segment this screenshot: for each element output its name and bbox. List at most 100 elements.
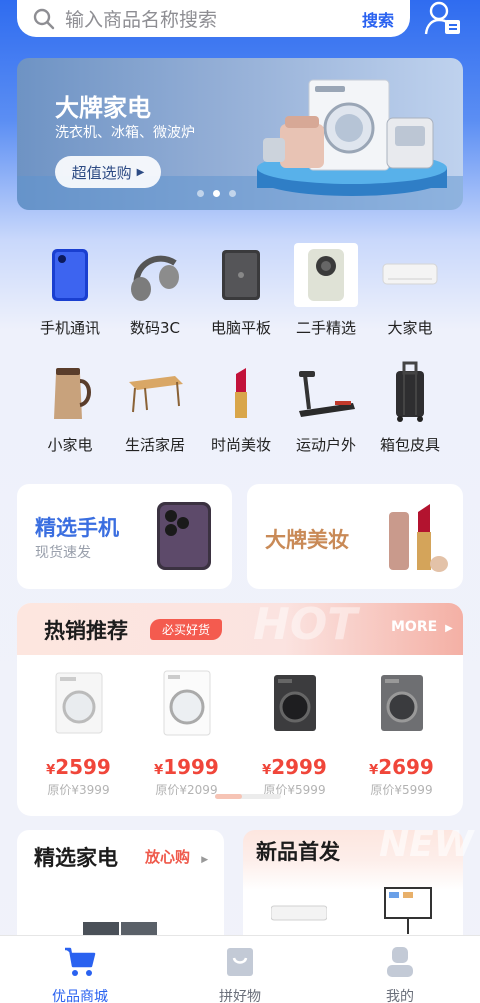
currency-symbol: ¥: [262, 763, 272, 778]
category-label: 手机通讯: [39, 319, 100, 337]
scroll-indicator-thumb: [215, 794, 242, 799]
category-label: 电脑平板: [210, 319, 271, 337]
product-card[interactable]: ¥2699 原价¥5999: [348, 669, 455, 798]
air-conditioner-icon: [378, 243, 442, 307]
pagination-dot: [229, 190, 236, 197]
hot-title: 热销推荐: [44, 619, 128, 643]
promo-phone-subtitle: 现货速发: [35, 545, 91, 561]
search-button[interactable]: 搜索: [362, 7, 394, 31]
category-home[interactable]: 生活家居: [107, 360, 203, 455]
appliances-link[interactable]: 放心购 ▶: [145, 846, 208, 867]
kettle-icon: [38, 360, 102, 424]
table-icon: [123, 360, 187, 424]
product-original-price: 原价¥3999: [47, 783, 110, 797]
more-label: MORE: [391, 619, 438, 635]
more-button[interactable]: MORE ▶: [391, 619, 453, 635]
hot-recommend-section: HOT 热销推荐 必买好货 MORE ▶ ¥2599 原价¥3999 ¥1999…: [17, 603, 463, 816]
suitcase-icon: [378, 360, 442, 424]
user-list-icon[interactable]: [423, 0, 463, 36]
promo-phone-title: 精选手机: [35, 516, 119, 540]
banner-subtitle: 洗衣机、冰箱、微波炉: [55, 125, 195, 141]
product-price: ¥2999: [241, 755, 348, 779]
washing-machine-image: [273, 675, 316, 731]
tab-group-buy[interactable]: 拼好物: [160, 946, 320, 1003]
bottom-tab-bar: 优品商城 拼好物 我的: [0, 935, 480, 1003]
category-appliances[interactable]: 大家电: [362, 243, 458, 338]
currency-symbol: ¥: [46, 763, 56, 778]
search-bar[interactable]: 输入商品名称搜索 搜索: [17, 0, 410, 37]
currency-symbol: ¥: [369, 763, 379, 778]
air-conditioner-image: [271, 905, 327, 921]
headphones-icon: [123, 243, 187, 307]
product-price: ¥2699: [348, 755, 455, 779]
tab-label: 优品商城: [52, 989, 108, 1003]
banner-cta-label: 超值选购: [71, 163, 132, 182]
category-label: 箱包皮具: [379, 436, 440, 454]
category-label: 小家电: [47, 436, 93, 454]
washing-machine-image: [55, 672, 102, 734]
category-label: 时尚美妆: [210, 436, 271, 454]
search-input[interactable]: 输入商品名称搜索: [65, 5, 362, 32]
hero-banner[interactable]: 大牌家电 洗衣机、冰箱、微波炉 超值选购 ▶: [17, 58, 463, 210]
tab-mall[interactable]: 优品商城: [0, 946, 160, 1003]
tab-mine[interactable]: 我的: [320, 946, 480, 1003]
pagination-dot: [197, 190, 204, 197]
price-value: 2999: [271, 755, 327, 779]
shopping-bag-icon: [227, 948, 253, 976]
tab-label: 拼好物: [219, 989, 261, 1003]
shopping-cart-icon: [65, 947, 96, 976]
category-phone[interactable]: 手机通讯: [22, 243, 118, 338]
category-label: 运动户外: [295, 436, 356, 454]
price-value: 2599: [55, 755, 111, 779]
product-price: ¥1999: [133, 755, 240, 779]
search-icon: [33, 8, 55, 29]
hot-watermark: HOT: [253, 603, 358, 650]
product-original-price: 原价¥5999: [370, 783, 433, 797]
lipstick-product-image: [389, 504, 448, 572]
smart-display-image: [384, 887, 432, 934]
new-watermark: NEW: [379, 824, 474, 865]
product-card[interactable]: ¥1999 原价¥2099: [133, 669, 240, 798]
promo-beauty-card[interactable]: 大牌美妆: [247, 484, 463, 589]
product-card[interactable]: ¥2999 原价¥5999: [241, 669, 348, 798]
pagination-dot-active: [213, 190, 220, 197]
banner-pagination: [197, 190, 236, 197]
category-label: 二手精选: [295, 319, 356, 337]
currency-symbol: ¥: [154, 763, 164, 778]
promo-phone-card[interactable]: 精选手机 现货速发: [17, 484, 232, 589]
appliances-title: 精选家电: [34, 846, 118, 870]
product-price: ¥2599: [25, 755, 132, 779]
category-digital[interactable]: 数码3C: [107, 243, 203, 338]
promo-beauty-title: 大牌美妆: [265, 528, 349, 552]
washing-machine-image: [380, 675, 423, 731]
category-sports[interactable]: 运动户外: [278, 360, 374, 455]
play-triangle-icon: ▶: [201, 855, 209, 865]
new-arrivals-title: 新品首发: [256, 840, 340, 864]
category-beauty[interactable]: 时尚美妆: [193, 360, 289, 455]
hot-tag-badge: 必买好货: [150, 619, 223, 640]
phone-icon: [38, 243, 102, 307]
tablet-icon: [209, 243, 273, 307]
washing-machine-image: [163, 670, 210, 736]
category-label: 大家电: [387, 319, 433, 337]
banner-title: 大牌家电: [55, 94, 151, 122]
category-used[interactable]: 二手精选: [278, 243, 374, 338]
tab-label: 我的: [386, 989, 414, 1003]
category-luggage[interactable]: 箱包皮具: [362, 360, 458, 455]
banner-cta-button[interactable]: 超值选购 ▶: [55, 156, 161, 188]
price-value: 1999: [163, 755, 219, 779]
play-triangle-icon: ▶: [445, 623, 453, 634]
category-label: 数码3C: [129, 319, 181, 337]
treadmill-icon: [294, 360, 358, 424]
lipstick-icon: [209, 360, 273, 424]
appliances-section[interactable]: 精选家电 放心购 ▶: [17, 830, 224, 950]
new-arrivals-section[interactable]: NEW 新品首发: [243, 824, 473, 950]
category-computer[interactable]: 电脑平板: [193, 243, 289, 338]
price-value: 2699: [378, 755, 434, 779]
used-phone-icon: [294, 243, 358, 307]
category-small-appliances[interactable]: 小家电: [22, 360, 118, 455]
play-triangle-icon: ▶: [136, 166, 145, 178]
scroll-indicator: [215, 794, 281, 799]
user-icon: [387, 947, 413, 977]
product-card[interactable]: ¥2599 原价¥3999: [25, 669, 132, 798]
